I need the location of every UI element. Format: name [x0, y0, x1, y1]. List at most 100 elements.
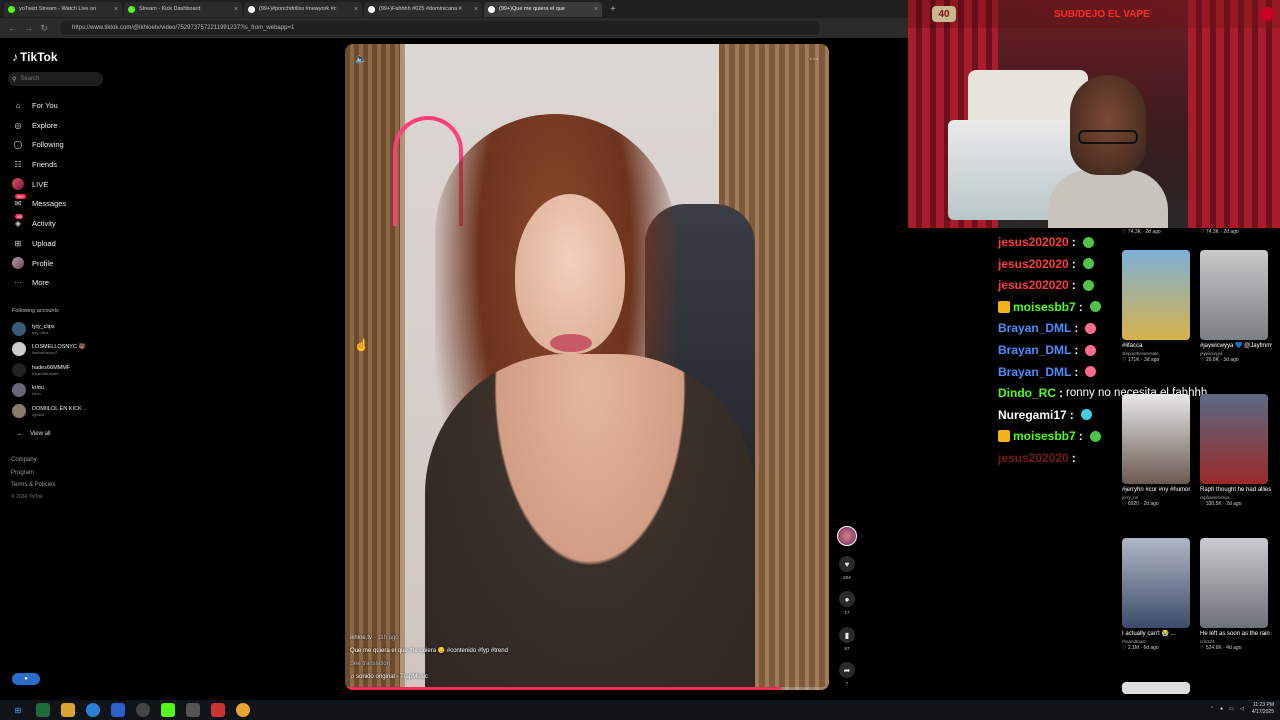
rec-video-card[interactable] — [1122, 682, 1194, 694]
chat-username[interactable]: jesus202020 — [998, 451, 1069, 465]
app-icon[interactable] — [211, 703, 225, 717]
action-bookmark[interactable]: ▮ 67 — [838, 627, 856, 651]
more-options-icon[interactable]: ⋯ — [809, 54, 819, 65]
action-comment[interactable]: ● 17 — [838, 591, 856, 615]
rec-video-thumbnail[interactable] — [1122, 682, 1190, 694]
action-count: 7 — [845, 681, 849, 686]
close-icon[interactable]: × — [114, 6, 118, 13]
sidebar-item-messages[interactable]: ✉ 99+ Messages — [12, 194, 67, 210]
url-field[interactable]: https://www.tiktok.com/@ikhloetv/video/7… — [60, 21, 820, 35]
chat-username[interactable]: Brayan_DML — [998, 365, 1071, 379]
chat-username[interactable]: Brayan_DML — [998, 343, 1071, 357]
bookmark-icon[interactable]: ▮ — [839, 627, 855, 643]
rec-video-card[interactable]: Raph thought he had allies in ther... rap… — [1200, 394, 1272, 507]
sidebar-item-more[interactable]: ··· More — [12, 275, 49, 289]
app-icon[interactable] — [36, 703, 50, 717]
obs-icon[interactable] — [136, 703, 150, 717]
rec-video-thumbnail[interactable] — [1122, 538, 1190, 628]
emote-icon — [1082, 258, 1094, 270]
close-icon[interactable]: × — [234, 6, 238, 13]
chat-message: jesus202020 : — [998, 448, 1079, 468]
sidebar-item-activity[interactable]: ◈ 99 Activity — [12, 214, 56, 230]
rec-video-card[interactable]: #jerryhn #cor #ny #humor jerry_hn ♡ 6920 ·… — [1122, 394, 1194, 507]
close-icon[interactable]: × — [354, 6, 358, 13]
sidebar-item-explore[interactable]: ◎ Explore — [12, 118, 58, 132]
following-account[interactable]: LOSMELLOSNYC 🐻 losmellosnyc2 — [12, 340, 85, 358]
tiktok-logo[interactable]: ♪ TikTok — [12, 50, 58, 64]
rec-video-card[interactable]: #jaywicwyya 💙 @Jayfmmyc 😂 jaywicwyya♡ 26.… — [1200, 250, 1272, 363]
new-tab-button[interactable]: + — [610, 4, 616, 15]
footer-terms[interactable]: Terms & Policies — [11, 482, 55, 488]
chat-username[interactable]: Brayan_DML — [998, 321, 1071, 335]
close-icon[interactable]: × — [474, 6, 478, 13]
video-progress-bar[interactable] — [345, 687, 829, 690]
taskbar-clock[interactable]: 11:23 PM 4/17/2025 — [1252, 702, 1274, 716]
chat-username[interactable]: jesus202020 — [998, 235, 1069, 249]
rec-video-thumbnail[interactable] — [1200, 250, 1268, 340]
chat-username[interactable]: moisesbb7 — [1013, 429, 1076, 443]
app-icon[interactable] — [186, 703, 200, 717]
chat-message: Brayan_DML : — [998, 362, 1097, 382]
rec-video-card[interactable]: I actually can't 😭 ... rheandtoast ♡ 2.1M … — [1122, 538, 1194, 651]
chat-username[interactable]: moisesbb7 — [1013, 300, 1076, 314]
back-icon[interactable]: ← — [8, 23, 17, 34]
chat-username[interactable]: Dindo_RC — [998, 386, 1056, 400]
action-like[interactable]: ♥ 204 — [838, 556, 856, 580]
kick-icon[interactable] — [161, 703, 175, 717]
chat-username[interactable]: Nuregami17 — [998, 408, 1067, 422]
mic-icon[interactable]: ● — [1220, 706, 1223, 712]
forward-icon[interactable]: → — [24, 23, 33, 34]
browser-tab[interactable]: Stream - Kick Dashboard × — [124, 1, 242, 17]
following-account[interactable]: tyty_clips tyty_clips — [12, 320, 55, 338]
volume-icon[interactable]: ◁ — [1240, 706, 1244, 712]
sidebar-item-profile[interactable]: Profile — [12, 256, 53, 270]
search-input[interactable]: ⚲ Search — [8, 72, 103, 86]
volume-icon[interactable]: 🔈 — [355, 54, 367, 65]
browser-tab[interactable]: yoTwizt Stream - Watch Live on × — [4, 1, 122, 17]
rec-video-card[interactable]: #lifacca stepontheseresale ♡ 171K · 3d ago — [1122, 250, 1194, 363]
video-username[interactable]: ikhloe.tv — [350, 635, 372, 641]
rec-video-thumbnail[interactable] — [1122, 394, 1190, 484]
chevron-up-icon[interactable]: ⌃ — [1210, 706, 1214, 712]
creator-avatar[interactable] — [837, 526, 857, 546]
reload-icon[interactable]: ↻ — [40, 23, 48, 34]
share-icon[interactable]: ➦ — [839, 662, 855, 678]
network-icon[interactable]: ▭ — [1229, 706, 1234, 712]
sidebar-item-live[interactable]: LIVE — [12, 177, 48, 191]
chat-username[interactable]: jesus202020 — [998, 278, 1069, 292]
edge-icon[interactable] — [86, 703, 100, 717]
following-account[interactable]: DOMIILOL EN KICK .. sgolilol — [12, 402, 86, 420]
browser-tab[interactable]: (99+)#ponchdrillss #newyork #c × — [244, 1, 362, 17]
view-all-link[interactable]: ⌄ View all — [17, 430, 51, 437]
browser-tab[interactable]: (99+)Que me quiera el que × — [484, 1, 602, 17]
rec-video-title: #jaywicwyya 💙 @Jayfmmyc 😂 — [1200, 343, 1272, 349]
sidebar-item-upload[interactable]: ⊞ Upload — [12, 236, 56, 250]
video-player[interactable]: 🔈 ⋯ ikhloe.tv · 11h ago Que me quiera el… — [345, 44, 829, 690]
sidebar-item-label: Messages — [32, 198, 67, 208]
chrome-icon[interactable] — [236, 703, 250, 717]
sidebar-item-following[interactable]: ◯ Following — [12, 137, 64, 151]
video-frame-slats — [345, 44, 400, 690]
following-account[interactable]: krlou krlou — [12, 381, 44, 399]
browser-tab[interactable]: (99+)Fahhhh #025 #dominicana # × — [364, 1, 482, 17]
footer-program[interactable]: Program — [11, 470, 34, 476]
heart-icon[interactable]: ♥ — [839, 556, 855, 572]
rec-video-thumbnail[interactable] — [1200, 538, 1268, 628]
theme-toggle[interactable]: ● — [12, 673, 40, 685]
chat-username[interactable]: jesus202020 — [998, 257, 1069, 271]
rec-video-card[interactable]: He left as soon as the rain stopped... cr… — [1200, 538, 1272, 651]
following-account[interactable]: hades66MMMF hades66mmmf — [12, 361, 70, 379]
action-share[interactable]: ➦ 7 — [838, 662, 856, 686]
windows-start-icon[interactable]: ⊞ — [11, 703, 25, 717]
video-sound[interactable]: sonido original - TrapMusic — [356, 674, 428, 680]
sidebar-item-for-you[interactable]: ⌂ For You — [12, 98, 58, 112]
rec-video-thumbnail[interactable] — [1200, 394, 1268, 484]
folder-icon[interactable] — [61, 703, 75, 717]
see-translation-link[interactable]: See translation — [350, 658, 508, 671]
comment-icon[interactable]: ● — [839, 591, 855, 607]
footer-company[interactable]: Company — [11, 457, 37, 463]
close-icon[interactable]: × — [594, 6, 598, 13]
app-icon[interactable] — [111, 703, 125, 717]
sidebar-item-friends[interactable]: ☷ Friends — [12, 157, 57, 171]
rec-video-thumbnail[interactable] — [1122, 250, 1190, 340]
